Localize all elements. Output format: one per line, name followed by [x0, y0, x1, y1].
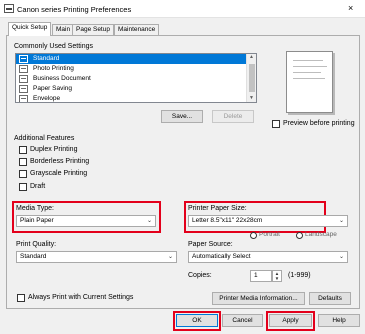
print-quality-value: Standard: [20, 253, 47, 260]
copies-input[interactable]: 1: [250, 270, 272, 282]
orientation-landscape-radio[interactable]: [296, 232, 303, 239]
list-item-standard[interactable]: Standard: [16, 54, 256, 64]
orientation-portrait-label: Portrait: [259, 231, 280, 238]
help-button[interactable]: Help: [318, 314, 360, 327]
printer-paper-size-value: Letter 8.5"x11" 22x28cm: [192, 217, 263, 224]
cancel-button[interactable]: Cancel: [222, 314, 263, 327]
chevron-down-icon: ⌄: [338, 254, 344, 260]
spin-down-icon[interactable]: ▼: [273, 276, 281, 281]
tab-main[interactable]: Main: [52, 24, 75, 35]
save-button[interactable]: Save...: [161, 110, 203, 123]
copies-value: 1: [254, 272, 258, 279]
tab-page-setup[interactable]: Page Setup: [72, 24, 114, 35]
paper-source-dropdown[interactable]: Automatically Select ⌄: [188, 251, 348, 263]
always-print-label: Always Print with Current Settings: [28, 294, 134, 301]
printer-paper-size-dropdown[interactable]: Letter 8.5"x11" 22x28cm ⌄: [188, 215, 348, 227]
chevron-down-icon: ⌄: [338, 218, 344, 224]
scroll-thumb[interactable]: [249, 64, 255, 92]
list-item-label: Photo Printing: [33, 65, 74, 72]
page-preview-image: [286, 51, 333, 113]
apply-button[interactable]: Apply: [269, 314, 312, 327]
printer-app-icon: [4, 4, 14, 13]
media-type-dropdown[interactable]: Plain Paper ⌄: [16, 215, 156, 227]
scroll-down-icon[interactable]: ▼: [249, 95, 254, 101]
tab-maintenance[interactable]: Maintenance: [114, 24, 160, 35]
copies-stepper[interactable]: ▲ ▼: [272, 270, 282, 282]
chevron-down-icon: ⌄: [146, 218, 152, 224]
window-title: Canon series Printing Preferences: [17, 5, 132, 14]
draft-label: Draft: [30, 183, 46, 190]
borderless-printing-checkbox[interactable]: [19, 158, 27, 166]
orientation-landscape-label: Landscape: [305, 231, 337, 238]
list-item-paper-saving[interactable]: Paper Saving: [16, 84, 256, 94]
media-type-label: Media Type:: [16, 205, 55, 212]
grayscale-printing-checkbox[interactable]: [19, 170, 27, 178]
list-item-envelope[interactable]: Envelope: [16, 94, 256, 102]
borderless-printing-label: Borderless Printing: [30, 158, 90, 165]
draft-checkbox[interactable]: [19, 183, 27, 191]
list-item-label: Business Document: [33, 75, 91, 82]
always-print-checkbox[interactable]: [17, 294, 25, 302]
delete-button[interactable]: Delete: [212, 110, 254, 123]
list-scrollbar[interactable]: ▲ ▼: [246, 54, 256, 102]
preview-before-printing-checkbox[interactable]: [272, 120, 280, 128]
photo-icon: [19, 65, 28, 73]
paper-source-label: Paper Source:: [188, 241, 233, 248]
duplex-printing-label: Duplex Printing: [30, 146, 78, 153]
duplex-printing-checkbox[interactable]: [19, 146, 27, 154]
commonly-used-settings-label: Commonly Used Settings: [14, 43, 93, 50]
list-item-label: Envelope: [33, 95, 61, 102]
print-quality-dropdown[interactable]: Standard ⌄: [16, 251, 177, 263]
envelope-icon: [19, 95, 28, 102]
paper-icon: [19, 85, 28, 93]
preview-before-printing-label: Preview before printing: [283, 120, 355, 127]
tab-quick-setup[interactable]: Quick Setup: [8, 22, 52, 36]
list-item-label: Paper Saving: [33, 85, 73, 92]
document-icon: [19, 55, 28, 63]
orientation-portrait-radio[interactable]: [250, 232, 257, 239]
scroll-up-icon[interactable]: ▲: [249, 54, 254, 60]
chevron-down-icon: ⌄: [167, 254, 173, 260]
defaults-button[interactable]: Defaults: [309, 292, 351, 305]
printer-media-information-button[interactable]: Printer Media Information...: [212, 292, 305, 305]
copies-range-label: (1-999): [288, 272, 311, 279]
list-item-label: Standard: [33, 55, 60, 62]
commonly-used-settings-list[interactable]: Standard Photo Printing Business Documen…: [15, 53, 257, 103]
copies-label: Copies:: [188, 272, 212, 279]
ok-button[interactable]: OK: [176, 314, 218, 327]
additional-features-label: Additional Features: [14, 135, 75, 142]
list-item-business-document[interactable]: Business Document: [16, 74, 256, 84]
list-item-photo-printing[interactable]: Photo Printing: [16, 64, 256, 74]
document-icon: [19, 75, 28, 83]
print-quality-label: Print Quality:: [16, 241, 57, 248]
media-type-value: Plain Paper: [20, 217, 54, 224]
grayscale-printing-label: Grayscale Printing: [30, 170, 88, 177]
printer-paper-size-label: Printer Paper Size:: [188, 205, 247, 212]
paper-source-value: Automatically Select: [192, 253, 251, 260]
close-icon[interactable]: ×: [348, 4, 353, 13]
